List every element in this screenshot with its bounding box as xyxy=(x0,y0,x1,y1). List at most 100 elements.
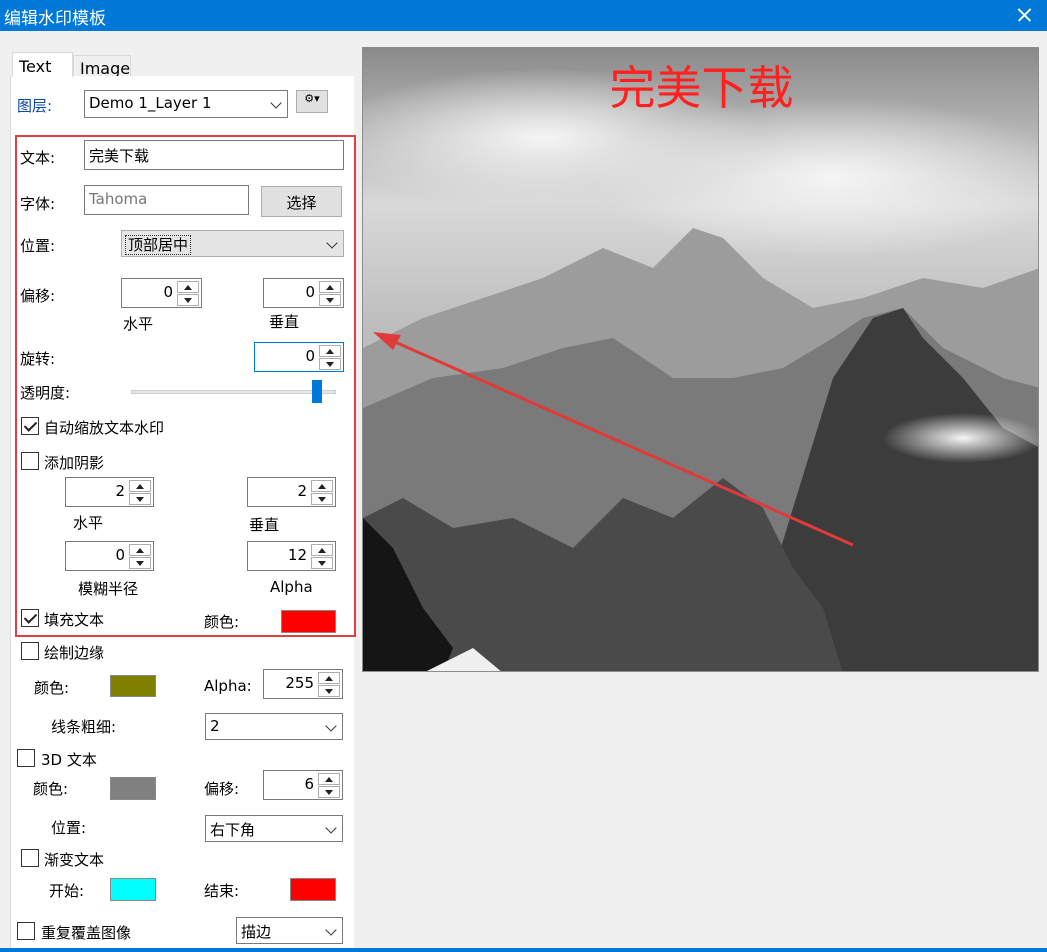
layer-select[interactable]: Demo 1_Layer 1 xyxy=(84,90,288,118)
opacity-slider-track[interactable] xyxy=(131,390,336,394)
layer-options-button[interactable]: ⚙▾ xyxy=(296,90,328,113)
spin-up-icon[interactable] xyxy=(318,672,340,684)
offset-vertical-stepper[interactable]: 0 xyxy=(263,278,344,308)
spin-up-icon[interactable] xyxy=(129,480,151,492)
spin-down-icon[interactable] xyxy=(311,493,333,505)
text3d-position-label: 位置: xyxy=(51,819,87,837)
spin-down-icon[interactable] xyxy=(319,294,341,306)
text3d-checkbox[interactable] xyxy=(17,749,35,767)
fill-color-swatch[interactable] xyxy=(281,610,336,633)
mountain-photo xyxy=(363,48,1038,671)
border-width-select[interactable]: 2 xyxy=(205,713,343,740)
border-color-label: 颜色: xyxy=(34,679,70,697)
shadow-alpha-stepper[interactable]: 12 xyxy=(247,541,336,571)
layer-label: 图层: xyxy=(17,97,53,115)
fill-text-label: 填充文本 xyxy=(44,611,105,629)
shadow-horizontal-stepper[interactable]: 2 xyxy=(65,477,154,507)
offset-vertical-value: 0 xyxy=(305,283,315,301)
fill-text-checkbox[interactable] xyxy=(21,609,39,627)
repeat-mode-select[interactable]: 描边 xyxy=(236,917,343,944)
text3d-position-select[interactable]: 右下角 xyxy=(205,815,343,842)
opacity-label: 透明度: xyxy=(20,384,71,402)
chevron-down-icon xyxy=(325,822,337,834)
text-input-value: 完美下载 xyxy=(89,147,150,165)
offset-label: 偏移: xyxy=(20,287,56,305)
spin-up-icon[interactable] xyxy=(311,544,333,556)
shadow-vertical-stepper[interactable]: 2 xyxy=(247,477,336,507)
repeat-mode-value: 描边 xyxy=(241,923,272,941)
spin-down-icon[interactable] xyxy=(319,358,341,370)
shadow-alpha-value: 12 xyxy=(287,546,307,564)
chevron-down-icon xyxy=(325,720,337,732)
rotation-stepper[interactable]: 0 xyxy=(254,342,344,372)
border-color-swatch[interactable] xyxy=(110,675,156,697)
shadow-checkbox[interactable] xyxy=(21,452,39,470)
border-alpha-value: 255 xyxy=(285,674,314,692)
repeat-label: 重复覆盖图像 xyxy=(41,924,132,942)
shadow-blur-value: 0 xyxy=(115,546,125,564)
border-alpha-label: Alpha: xyxy=(204,677,252,695)
font-label: 字体: xyxy=(20,195,56,213)
spin-down-icon[interactable] xyxy=(318,786,340,798)
border-checkbox[interactable] xyxy=(21,642,39,660)
text3d-offset-label: 偏移: xyxy=(204,780,240,798)
auto-scale-checkbox[interactable] xyxy=(21,417,39,435)
close-icon[interactable] xyxy=(1001,0,1047,31)
spin-down-icon[interactable] xyxy=(318,685,340,697)
spin-up-icon[interactable] xyxy=(177,281,199,293)
gradient-label: 渐变文本 xyxy=(44,851,105,869)
shadow-alpha-label: Alpha xyxy=(270,578,313,596)
shadow-horizontal-value: 2 xyxy=(115,482,125,500)
offset-horizontal-stepper[interactable]: 0 xyxy=(121,278,202,308)
text3d-label: 3D 文本 xyxy=(41,751,97,769)
position-select[interactable]: 顶部居中 xyxy=(121,230,344,257)
text3d-position-value: 右下角 xyxy=(210,821,256,839)
spin-down-icon[interactable] xyxy=(177,294,199,306)
text-input[interactable]: 完美下载 xyxy=(84,140,344,170)
shadow-blur-stepper[interactable]: 0 xyxy=(65,541,154,571)
font-choose-label: 选择 xyxy=(286,194,317,212)
repeat-checkbox[interactable] xyxy=(17,922,35,940)
border-alpha-stepper[interactable]: 255 xyxy=(263,669,343,699)
gradient-checkbox[interactable] xyxy=(21,849,39,867)
font-input[interactable]: Tahoma xyxy=(84,185,249,215)
text3d-color-swatch[interactable] xyxy=(110,777,156,800)
opacity-slider-thumb[interactable] xyxy=(312,380,322,403)
chevron-down-icon xyxy=(326,237,338,249)
layer-select-value: Demo 1_Layer 1 xyxy=(89,94,212,112)
rotation-label: 旋转: xyxy=(20,350,56,368)
gear-icon: ⚙▾ xyxy=(304,92,320,105)
chevron-down-icon xyxy=(325,924,337,936)
offset-horizontal-value: 0 xyxy=(163,283,173,301)
shadow-horizontal-label: 水平 xyxy=(73,514,104,532)
text3d-offset-stepper[interactable]: 6 xyxy=(263,770,343,800)
shadow-label: 添加阴影 xyxy=(44,454,105,472)
gradient-start-swatch[interactable] xyxy=(110,878,156,901)
offset-vertical-label: 垂直 xyxy=(269,313,300,331)
spin-down-icon[interactable] xyxy=(311,557,333,569)
border-width-value: 2 xyxy=(210,717,220,735)
tab-text[interactable]: Text xyxy=(12,52,73,77)
fill-color-label: 颜色: xyxy=(204,613,240,631)
auto-scale-label: 自动缩放文本水印 xyxy=(44,419,165,437)
spin-up-icon[interactable] xyxy=(319,281,341,293)
spin-down-icon[interactable] xyxy=(129,493,151,505)
spin-up-icon[interactable] xyxy=(129,544,151,556)
gradient-end-label: 结束: xyxy=(204,882,240,900)
spin-up-icon[interactable] xyxy=(311,480,333,492)
position-label: 位置: xyxy=(20,237,56,255)
chevron-down-icon xyxy=(270,97,282,109)
position-select-value: 顶部居中 xyxy=(124,235,192,255)
gradient-start-label: 开始: xyxy=(49,882,85,900)
gradient-end-swatch[interactable] xyxy=(290,878,336,901)
spin-down-icon[interactable] xyxy=(129,557,151,569)
watermark-text: 完美下载 xyxy=(609,61,794,115)
border-width-label: 线条粗细: xyxy=(51,718,117,736)
font-choose-button[interactable]: 选择 xyxy=(261,186,342,217)
shadow-vertical-label: 垂直 xyxy=(249,516,280,534)
shadow-blur-label: 模糊半径 xyxy=(78,580,139,598)
spin-up-icon[interactable] xyxy=(319,345,341,357)
spin-up-icon[interactable] xyxy=(318,773,340,785)
shadow-vertical-value: 2 xyxy=(297,482,307,500)
tab-image[interactable]: Image xyxy=(73,55,131,78)
